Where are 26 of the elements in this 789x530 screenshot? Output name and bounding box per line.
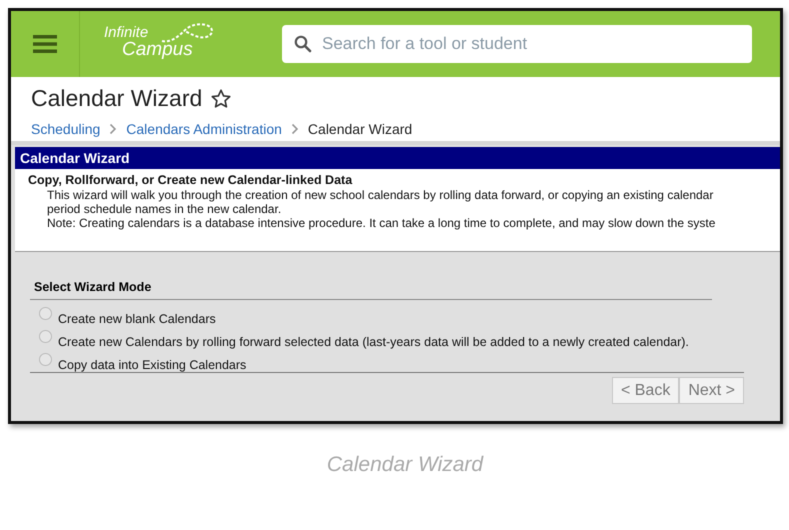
intro-heading: Copy, Rollforward, or Create new Calendar-linked Data — [28, 173, 354, 187]
search-field[interactable]: Search for a tool or student — [282, 25, 752, 63]
radio-button[interactable] — [39, 353, 52, 366]
menu-icon — [33, 34, 57, 54]
chevron-icon — [109, 123, 118, 135]
breadcrumb-current: Calendar Wizard — [308, 121, 412, 137]
panel-title: Calendar Wizard — [20, 150, 130, 166]
intro-text: This wizard will walk you through the creation of new school calendars by rolling data forward, or copying an existing calendar — [46, 188, 714, 202]
radio-label: Copy data into Existing Calendars — [58, 357, 246, 373]
logo-text: Infinite — [104, 25, 150, 40]
next-button[interactable]: Next > — [679, 377, 744, 404]
back-button[interactable]: < Back — [612, 377, 680, 404]
breadcrumb-link[interactable]: Calendars Administration — [126, 121, 282, 137]
chevron-icon — [290, 123, 299, 135]
intro-text: Note: Creating calendars is a database intensive procedure. It can take a long time to complete, and may slow down the syste — [46, 216, 716, 230]
intro-text: period schedule names in the new calendar. — [46, 202, 282, 216]
caption: Calendar Wizard — [326, 453, 484, 477]
radio-label: Create new Calendars by rolling forward selected data (last-years data will be added to a newly created calendar). — [58, 334, 689, 350]
star-icon[interactable] — [210, 88, 232, 110]
logo-text: Campus — [122, 40, 193, 59]
breadcrumb-link[interactable]: Scheduling — [31, 121, 100, 137]
page-title: Calendar Wizard — [31, 85, 202, 112]
radio-button[interactable] — [39, 330, 52, 343]
radio-label: Create new blank Calendars — [58, 311, 216, 327]
section-title: Select Wizard Mode — [30, 280, 712, 300]
radio-button[interactable] — [39, 307, 52, 320]
